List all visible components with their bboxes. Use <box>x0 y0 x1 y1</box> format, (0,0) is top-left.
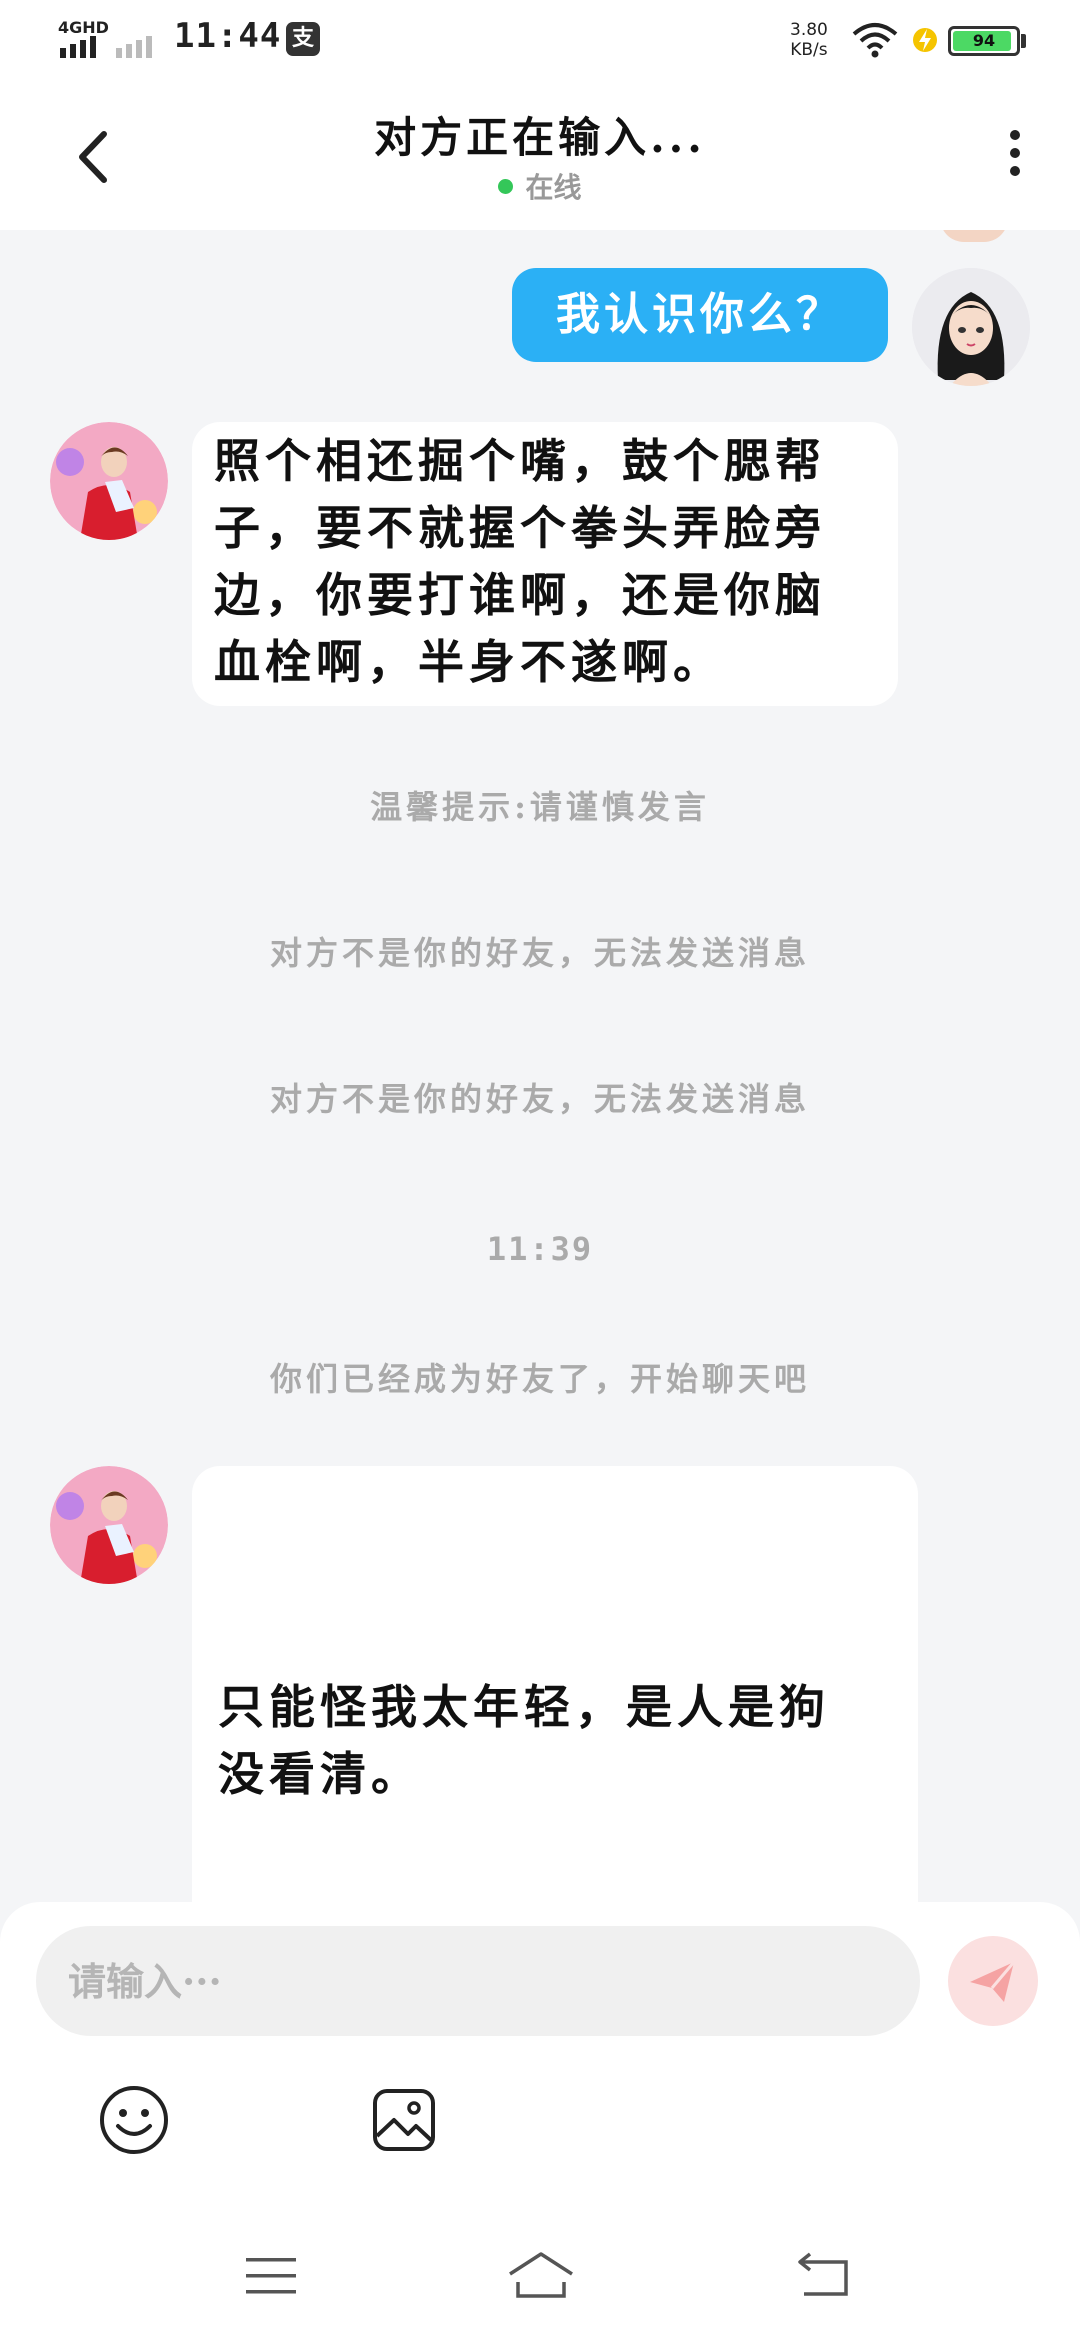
signal-icon <box>60 36 152 58</box>
back-icon[interactable] <box>796 2252 852 2298</box>
online-dot <box>498 179 514 194</box>
speed-unit: KB/s <box>790 40 828 60</box>
system-notice: 对方不是你的好友，无法发送消息 <box>269 934 810 972</box>
boy-avatar-icon <box>50 1466 168 1584</box>
message-line: 没看清。 <box>218 1747 422 1801</box>
outgoing-message-bubble[interactable]: 我认识你么？ <box>512 268 888 362</box>
clock: 11:44 <box>174 16 282 56</box>
online-status: 在线 <box>0 166 1080 206</box>
home-icon[interactable] <box>506 2248 576 2302</box>
incoming-message-bubble[interactable]: 只能怪我太年轻，是人是狗 没看清。 <box>192 1466 918 1910</box>
incoming-message-bubble[interactable]: 照个相还掘个嘴，鼓个腮帮 子，要不就握个拳头弄脸旁 边，你要打谁啊，还是你脑 血… <box>192 422 898 706</box>
send-button[interactable] <box>948 1936 1038 2026</box>
online-status-label: 在线 <box>525 171 582 204</box>
menu-icon[interactable] <box>244 2254 298 2298</box>
alipay-icon: 支 <box>286 22 320 56</box>
system-notice: 你们已经成为好友了，开始聊天吧 <box>269 1360 810 1398</box>
message-line: 子，要不就握个拳头弄脸旁 <box>214 501 826 555</box>
status-bar: 4GHD 11:44 支 3.80 KB/s 94 <box>0 0 1080 80</box>
message-input[interactable] <box>36 1926 920 2036</box>
system-notice: 对方不是你的好友，无法发送消息 <box>269 1080 810 1118</box>
emoji-icon[interactable] <box>98 2084 170 2156</box>
message-line: 只能怪我太年轻，是人是狗 <box>218 1680 830 1734</box>
battery-tip <box>1021 34 1026 48</box>
send-icon <box>970 1961 1016 2002</box>
message-line: 照个相还掘个嘴，鼓个腮帮 <box>214 434 826 488</box>
contact-avatar[interactable] <box>50 1466 168 1584</box>
boy-avatar-icon <box>50 422 168 540</box>
battery-icon: 94 <box>948 26 1020 56</box>
contact-avatar[interactable] <box>50 422 168 540</box>
wifi-icon <box>852 23 898 58</box>
message-timestamp: 11:39 <box>486 1230 594 1268</box>
my-avatar[interactable] <box>912 268 1030 386</box>
more-vertical-icon[interactable] <box>1000 124 1030 194</box>
message-list[interactable]: 我认识你么？ 照个相还掘个嘴，鼓个腮帮 子，要不就握个拳头弄脸旁 边，你要打谁啊… <box>0 230 1080 1910</box>
chat-header: 对方正在输入... 在线 <box>0 80 1080 230</box>
charging-icon <box>913 28 937 52</box>
message-line: 血栓啊，半身不遂啊。 <box>214 635 724 689</box>
avatar-partial <box>940 230 1008 242</box>
system-notice: 温馨提示:请谨慎发言 <box>370 788 710 826</box>
page-title: 对方正在输入... <box>374 113 706 162</box>
message-line: 边，你要打谁啊，还是你脑 <box>214 568 826 622</box>
network-speed: 3.80 KB/s <box>790 20 828 60</box>
battery-percent: 94 <box>972 31 996 50</box>
speed-value: 3.80 <box>790 20 828 40</box>
image-icon[interactable] <box>370 2086 438 2154</box>
girl-avatar-icon <box>912 268 1030 386</box>
